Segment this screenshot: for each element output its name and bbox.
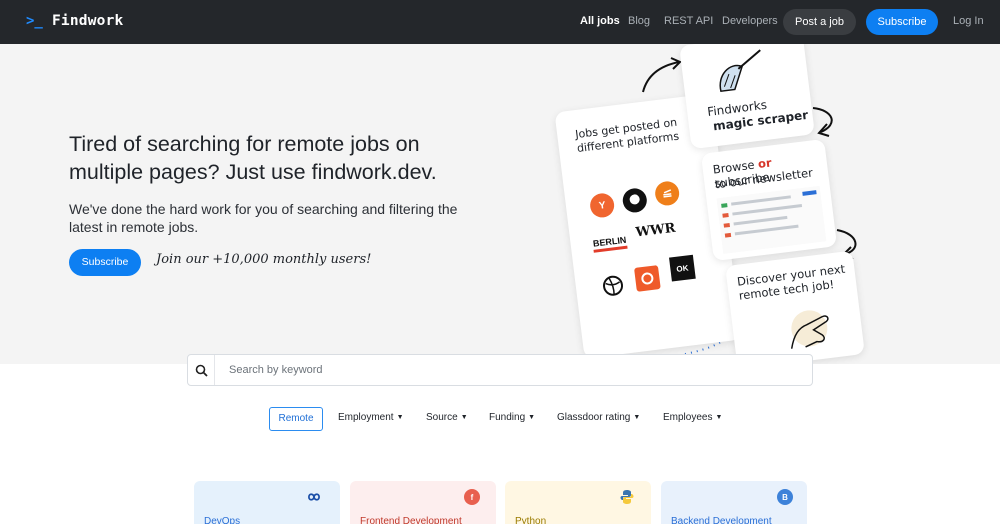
- login-link[interactable]: Log In: [953, 14, 984, 28]
- category-label-backend: Backend Development: [671, 516, 772, 524]
- filter-employment-dropdown[interactable]: Employment ▼: [338, 411, 404, 425]
- filter-source-dropdown[interactable]: Source ▼: [426, 411, 468, 425]
- hero-subtitle: We've done the hard work for you of sear…: [69, 201, 458, 235]
- infinity-icon: [308, 493, 320, 501]
- brand-logo[interactable]: >_ Findwork: [26, 11, 123, 31]
- category-label-python: Python: [515, 516, 547, 524]
- backend-icon: B: [777, 489, 793, 505]
- dribbble-logo-icon: [603, 275, 624, 296]
- search-icon-box[interactable]: [188, 355, 215, 385]
- hero-title: Tired of searching for remote jobs on mu…: [69, 132, 437, 184]
- caret-down-icon: ▼: [715, 414, 723, 421]
- filter-funding-dropdown[interactable]: Funding ▼: [489, 411, 535, 425]
- filter-employees-dropdown[interactable]: Employees ▼: [663, 411, 722, 425]
- category-card-frontend[interactable]: f Frontend Development: [350, 481, 496, 524]
- search-bar: [187, 354, 813, 386]
- nav-all-jobs[interactable]: All jobs: [580, 14, 620, 28]
- nav-subscribe-button[interactable]: Subscribe: [866, 9, 938, 35]
- berlin-startup-jobs-logo: BERLIN: [591, 232, 628, 253]
- search-icon: [195, 364, 208, 377]
- scraper-card: Findworks magic scraper: [679, 44, 815, 150]
- category-label-devops: DevOps: [204, 516, 241, 524]
- nav-developers[interactable]: Developers: [722, 14, 778, 28]
- category-card-python[interactable]: Python: [505, 481, 651, 524]
- remoteok-logo: OK: [669, 254, 696, 282]
- hacker-news-logo: Y: [588, 192, 616, 219]
- weworkremotely-logo: WWR: [634, 218, 677, 242]
- hero-section: Tired of searching for remote jobs on mu…: [0, 44, 1000, 364]
- platforms-card-text: Jobs get posted on different platforms: [574, 115, 680, 156]
- search-input[interactable]: [220, 355, 800, 385]
- filter-remote-toggle[interactable]: Remote: [269, 407, 323, 431]
- hero-subscribe-button[interactable]: Subscribe: [69, 249, 141, 276]
- caret-down-icon: ▼: [633, 414, 641, 421]
- category-card-backend[interactable]: B Backend Development: [661, 481, 807, 524]
- codementor-logo-icon: [634, 265, 661, 292]
- scraper-broom-icon: [719, 49, 761, 93]
- stackoverflow-logo-icon: [653, 180, 681, 207]
- frontend-icon: f: [464, 489, 480, 505]
- category-card-devops[interactable]: DevOps: [194, 481, 340, 524]
- terminal-prompt-icon: >_: [26, 13, 43, 29]
- caret-down-icon: ▼: [460, 414, 468, 421]
- discover-job-card: Discover your next remote tech job!: [725, 250, 865, 364]
- top-navbar: >_ Findwork All jobs Blog REST API Devel…: [0, 0, 1000, 44]
- filter-glassdoor-dropdown[interactable]: Glassdoor rating ▼: [557, 411, 640, 425]
- hero-user-count-note: Join our +10,000 monthly users!: [156, 252, 372, 267]
- newsletter-card: Browse or subscribe to our newsletter: [700, 138, 838, 262]
- caret-down-icon: ▼: [528, 414, 536, 421]
- newsletter-preview-image: [716, 185, 827, 254]
- github-logo-icon: [622, 188, 647, 213]
- nav-rest-api[interactable]: REST API: [664, 14, 713, 28]
- snap-hand-icon: [790, 310, 829, 349]
- post-job-button[interactable]: Post a job: [783, 9, 856, 35]
- caret-down-icon: ▼: [396, 414, 404, 421]
- brand-name: Findwork: [52, 13, 124, 29]
- nav-blog[interactable]: Blog: [628, 14, 650, 28]
- how-it-works-illustration: Jobs get posted on different platforms Y…: [554, 44, 875, 364]
- category-label-frontend: Frontend Development: [360, 516, 462, 524]
- discover-job-card-text: Discover your next remote tech job!: [736, 261, 846, 303]
- python-icon: [620, 490, 634, 504]
